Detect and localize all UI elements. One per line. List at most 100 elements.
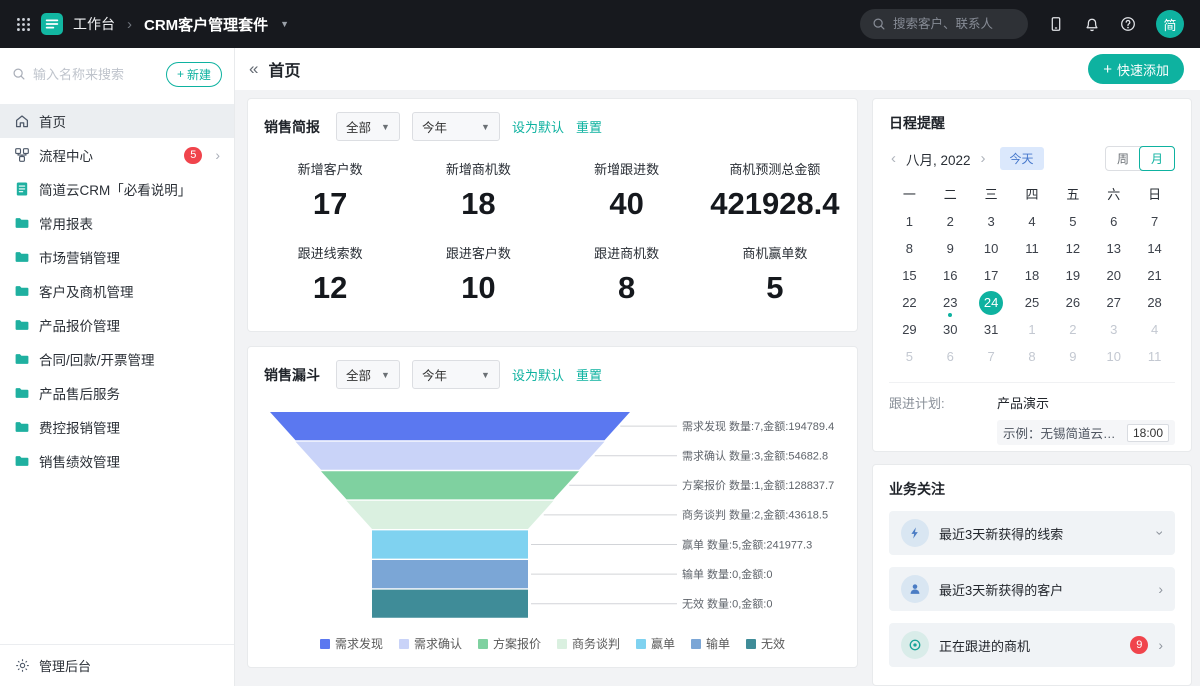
legend-item[interactable]: 方案报价 [478, 635, 541, 652]
calendar-day[interactable]: 26 [1052, 289, 1093, 316]
collapse-sidebar-icon[interactable]: « [249, 59, 258, 79]
global-search[interactable] [860, 9, 1028, 39]
calendar-day[interactable]: 10 [1093, 343, 1134, 370]
legend-item[interactable]: 输单 [691, 635, 730, 652]
legend-item[interactable]: 需求发现 [320, 635, 383, 652]
calendar-day[interactable]: 23 [930, 289, 971, 316]
calendar-day[interactable]: 8 [889, 235, 930, 262]
new-button[interactable]: +新建 [166, 62, 222, 87]
calendar-day[interactable]: 3 [1093, 316, 1134, 343]
calendar-day[interactable]: 2 [930, 208, 971, 235]
calendar-day[interactable]: 9 [1052, 343, 1093, 370]
sidebar-item[interactable]: 简道云CRM「必看说明」 [0, 172, 234, 206]
calendar-day[interactable]: 14 [1134, 235, 1175, 262]
set-default-link[interactable]: 设为默认 [512, 117, 564, 136]
calendar-day[interactable]: 4 [1012, 208, 1053, 235]
sidebar-item[interactable]: 市场营销管理 [0, 240, 234, 274]
calendar-day[interactable]: 22 [889, 289, 930, 316]
calendar-day[interactable]: 6 [930, 343, 971, 370]
prev-month-icon[interactable]: ‹ [889, 150, 898, 167]
reset-link[interactable]: 重置 [576, 117, 602, 136]
quick-add-button[interactable]: +快速添加 [1088, 54, 1184, 84]
legend-item[interactable]: 无效 [746, 635, 785, 652]
help-icon[interactable] [1120, 16, 1136, 32]
workspace-link[interactable]: 工作台 [73, 14, 115, 34]
calendar-day[interactable]: 1 [889, 208, 930, 235]
sidebar-search-input[interactable] [33, 67, 159, 82]
calendar-day[interactable]: 7 [971, 343, 1012, 370]
app-title[interactable]: CRM客户管理套件 [144, 14, 268, 35]
calendar-day[interactable]: 10 [971, 235, 1012, 262]
plan-title[interactable]: 产品演示 [997, 393, 1049, 412]
calendar-day[interactable]: 9 [930, 235, 971, 262]
calendar-day[interactable]: 8 [1012, 343, 1053, 370]
legend-item[interactable]: 商务谈判 [557, 635, 620, 652]
funnel-stage[interactable] [270, 412, 630, 440]
calendar-day[interactable]: 30 [930, 316, 971, 343]
chevron-down-icon[interactable]: ▼ [280, 19, 289, 29]
sidebar-item[interactable]: 产品售后服务 [0, 376, 234, 410]
sidebar-item[interactable]: 流程中心5› [0, 138, 234, 172]
calendar-day[interactable]: 11 [1012, 235, 1053, 262]
calendar-day[interactable]: 3 [971, 208, 1012, 235]
calendar-day[interactable]: 28 [1134, 289, 1175, 316]
calendar-day[interactable]: 2 [1052, 316, 1093, 343]
funnel-stage[interactable] [321, 471, 579, 499]
calendar-day[interactable]: 7 [1134, 208, 1175, 235]
plan-detail-row[interactable]: 示例：无锡简道云科技有限... 18:00 [997, 420, 1175, 445]
today-button[interactable]: 今天 [1000, 147, 1044, 170]
calendar-day[interactable]: 11 [1134, 343, 1175, 370]
calendar-day[interactable]: 16 [930, 262, 971, 289]
calendar-day[interactable]: 24 [971, 289, 1012, 316]
funnel-stage[interactable] [347, 501, 554, 529]
funnel-stage[interactable] [372, 590, 528, 618]
set-default-link[interactable]: 设为默认 [512, 365, 564, 384]
reset-link[interactable]: 重置 [576, 365, 602, 384]
week-toggle[interactable]: 周 [1106, 147, 1140, 170]
legend-item[interactable]: 需求确认 [399, 635, 462, 652]
funnel-stage[interactable] [372, 530, 528, 558]
period-select[interactable]: 今年▼ [412, 360, 500, 389]
focus-item[interactable]: 正在跟进的商机9› [889, 623, 1175, 667]
admin-backend-link[interactable]: 管理后台 [0, 644, 234, 686]
bell-icon[interactable] [1084, 16, 1100, 32]
calendar-day[interactable]: 4 [1134, 316, 1175, 343]
sidebar-item[interactable]: 首页 [0, 104, 234, 138]
calendar-day[interactable]: 25 [1012, 289, 1053, 316]
calendar-day[interactable]: 17 [971, 262, 1012, 289]
calendar-day[interactable]: 31 [971, 316, 1012, 343]
sidebar-item[interactable]: 销售绩效管理 [0, 444, 234, 478]
sidebar-item[interactable]: 合同/回款/开票管理 [0, 342, 234, 376]
global-search-input[interactable] [893, 17, 1016, 31]
funnel-stage[interactable] [296, 442, 605, 470]
scope-select[interactable]: 全部▼ [336, 360, 400, 389]
sidebar-item[interactable]: 常用报表 [0, 206, 234, 240]
mobile-icon[interactable] [1048, 16, 1064, 32]
calendar-day[interactable]: 21 [1134, 262, 1175, 289]
scope-select[interactable]: 全部▼ [336, 112, 400, 141]
funnel-stage[interactable] [372, 560, 528, 588]
period-select[interactable]: 今年▼ [412, 112, 500, 141]
app-grid-icon[interactable] [16, 17, 31, 32]
calendar-day[interactable]: 27 [1093, 289, 1134, 316]
calendar-day[interactable]: 18 [1012, 262, 1053, 289]
next-month-icon[interactable]: › [979, 150, 988, 167]
calendar-day[interactable]: 5 [889, 343, 930, 370]
sidebar-item[interactable]: 客户及商机管理 [0, 274, 234, 308]
avatar[interactable]: 简 [1156, 10, 1184, 38]
calendar-day[interactable]: 12 [1052, 235, 1093, 262]
focus-item[interactable]: 最近3天新获得的线索› [889, 511, 1175, 555]
calendar-day[interactable]: 1 [1012, 316, 1053, 343]
legend-item[interactable]: 赢单 [636, 635, 675, 652]
calendar-day[interactable]: 19 [1052, 262, 1093, 289]
focus-item[interactable]: 最近3天新获得的客户› [889, 567, 1175, 611]
calendar-day[interactable]: 5 [1052, 208, 1093, 235]
sidebar-item[interactable]: 产品报价管理 [0, 308, 234, 342]
month-toggle[interactable]: 月 [1139, 146, 1175, 171]
calendar-day[interactable]: 20 [1093, 262, 1134, 289]
calendar-day[interactable]: 13 [1093, 235, 1134, 262]
calendar-day[interactable]: 29 [889, 316, 930, 343]
calendar-day[interactable]: 6 [1093, 208, 1134, 235]
sidebar-item[interactable]: 费控报销管理 [0, 410, 234, 444]
calendar-day[interactable]: 15 [889, 262, 930, 289]
